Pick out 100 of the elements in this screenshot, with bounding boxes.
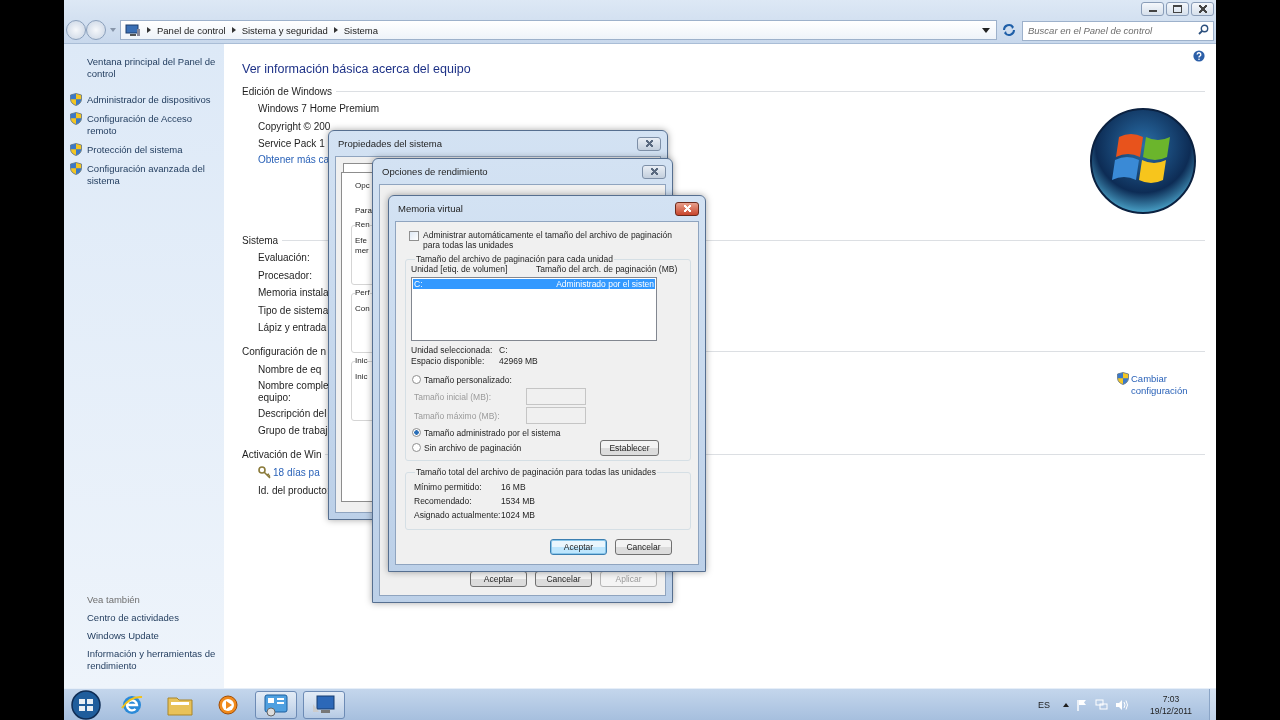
details-link[interactable]: Obtener más ca xyxy=(258,152,330,167)
sidebar-link[interactable]: Windows Update xyxy=(87,630,218,642)
chevron-icon[interactable] xyxy=(1063,702,1070,707)
info-label: Descripción del xyxy=(258,406,327,421)
start-button[interactable] xyxy=(69,688,103,720)
group-label: Inic xyxy=(355,356,368,366)
radio-label: Tamaño administrado por el sistema xyxy=(424,427,561,438)
partial-text: Inic xyxy=(355,372,368,382)
info-label: Windows 7 Home Premium xyxy=(258,102,380,116)
computer-icon xyxy=(311,693,337,716)
partial-text: mer xyxy=(355,246,369,256)
chevron-icon xyxy=(147,27,151,33)
info-label: Evaluación: xyxy=(258,251,310,265)
info-label: Unidad seleccionada: xyxy=(411,345,494,356)
shield-icon xyxy=(70,93,82,106)
section-label: Vea también xyxy=(87,594,141,606)
language-indicator[interactable]: ES xyxy=(1038,699,1051,710)
section-heading: Edición de Windows xyxy=(242,85,333,97)
taskbar-button[interactable] xyxy=(255,690,297,719)
clock[interactable]: 7:03 19/12/2011 xyxy=(1150,692,1192,717)
minimize-button[interactable] xyxy=(1141,2,1164,16)
change-settings-link[interactable]: Cambiar configuración xyxy=(1131,372,1189,397)
restore-button[interactable] xyxy=(1166,2,1189,16)
clock-time: 7:03 xyxy=(1162,692,1180,705)
dialog-button[interactable]: Cancelar xyxy=(615,539,672,555)
info-label: Recomendado: xyxy=(414,495,473,508)
field-label: Tamaño máximo (MB): xyxy=(414,410,501,421)
section-heading: Activación de Win xyxy=(242,449,322,461)
info-value: 1534 MB xyxy=(501,495,536,508)
drive-letter: C: xyxy=(414,279,423,289)
info-label: Grupo de trabaj xyxy=(258,424,328,439)
shield-icon xyxy=(1117,371,1129,385)
search-field[interactable]: Buscar en el Panel de control xyxy=(1022,20,1214,41)
shield-icon xyxy=(70,162,82,175)
set-button[interactable]: Establecer xyxy=(600,439,659,456)
info-label: Lápiz y entrada xyxy=(258,321,327,336)
sidebar-link[interactable]: Ventana principal del Panel de control xyxy=(70,56,218,80)
group-label: Tamaño total del archivo de paginación para todas las unidades xyxy=(415,467,658,477)
sidebar-link[interactable]: Configuración avanzada del sistema xyxy=(87,163,218,187)
chevron-icon xyxy=(231,27,236,33)
info-label: Tipo de sistema: xyxy=(258,303,331,318)
close-button[interactable] xyxy=(637,136,661,151)
control-panel-icon xyxy=(263,692,289,717)
caret-icon[interactable] xyxy=(110,28,116,32)
section-heading: Configuración de n xyxy=(242,346,326,358)
partial-text: Con xyxy=(355,304,370,314)
key-icon xyxy=(258,466,271,480)
shield-icon xyxy=(70,112,82,125)
info-label: Mínimo permitido: xyxy=(414,481,483,494)
partial-text: Efe xyxy=(355,236,367,246)
sidebar-link[interactable]: Administrador de dispositivos xyxy=(87,94,211,106)
sidebar-link[interactable]: Información y herramientas de rendimiento xyxy=(87,648,218,672)
close-button[interactable] xyxy=(675,201,699,216)
dialog-button[interactable]: Aceptar xyxy=(550,539,607,555)
taskbar-button[interactable] xyxy=(303,690,345,719)
info-value: 42969 MB xyxy=(499,356,538,367)
section-heading: Sistema xyxy=(242,234,279,246)
sidebar-link[interactable]: Configuración de Acceso remoto xyxy=(87,113,218,137)
info-value: C: xyxy=(499,345,508,356)
info-label: Service Pack 1 xyxy=(258,137,325,152)
play-icon xyxy=(217,693,239,716)
back-button[interactable] xyxy=(66,20,86,40)
page-title: Ver información básica acerca del equipo xyxy=(242,62,471,76)
activation-link[interactable]: 18 días pa xyxy=(273,465,320,480)
checkbox[interactable] xyxy=(409,231,419,241)
clock-date: 19/12/2011 xyxy=(1150,704,1192,717)
address-bar[interactable]: Panel de control Sistema y seguridad Sistema xyxy=(120,20,997,40)
group-label: Tamaño del archivo de paginación para cada unidad xyxy=(415,254,615,264)
refresh-icon[interactable] xyxy=(1000,21,1018,39)
radio-button[interactable] xyxy=(412,443,421,452)
info-label: Nombre comple equipo: xyxy=(258,379,329,404)
dropdown-icon[interactable] xyxy=(982,27,990,33)
info-label: Copyright © 200 xyxy=(258,119,331,134)
paging-size: Administrado por el sisten xyxy=(556,279,654,289)
close-button[interactable] xyxy=(642,164,666,179)
group-label: Perf xyxy=(355,288,370,298)
column-header: Unidad [etiq. de volumen] xyxy=(411,264,509,274)
info-value: 1024 MB xyxy=(501,509,536,522)
radio-label: Sin archivo de paginación xyxy=(424,442,522,453)
help-icon[interactable] xyxy=(1193,50,1205,62)
info-label: Nombre de eq xyxy=(258,362,322,377)
radio-button[interactable] xyxy=(412,428,421,437)
info-label: Procesador: xyxy=(258,268,312,283)
computer-icon xyxy=(125,23,141,37)
breadcrumb-item[interactable]: Sistema xyxy=(343,24,379,36)
search-icon xyxy=(1198,24,1209,35)
close-button[interactable] xyxy=(1191,2,1214,16)
breadcrumb-item[interactable]: Panel de control xyxy=(157,24,226,36)
dialog-title: Opciones de rendimiento xyxy=(381,166,488,177)
breadcrumb-item[interactable]: Sistema y seguridad xyxy=(241,24,328,36)
info-label: Memoria instala xyxy=(258,286,329,301)
forward-button[interactable] xyxy=(86,20,106,40)
dialog-title: Propiedades del sistema xyxy=(337,138,443,149)
chevron-icon xyxy=(333,27,338,33)
sidebar-link[interactable]: Protección del sistema xyxy=(87,144,183,156)
radio-button[interactable] xyxy=(412,375,421,384)
dialog-title: Memoria virtual xyxy=(397,203,463,214)
shield-icon xyxy=(70,143,82,156)
info-label: Espacio disponible: xyxy=(411,356,486,367)
sidebar-link[interactable]: Centro de actividades xyxy=(87,612,218,624)
